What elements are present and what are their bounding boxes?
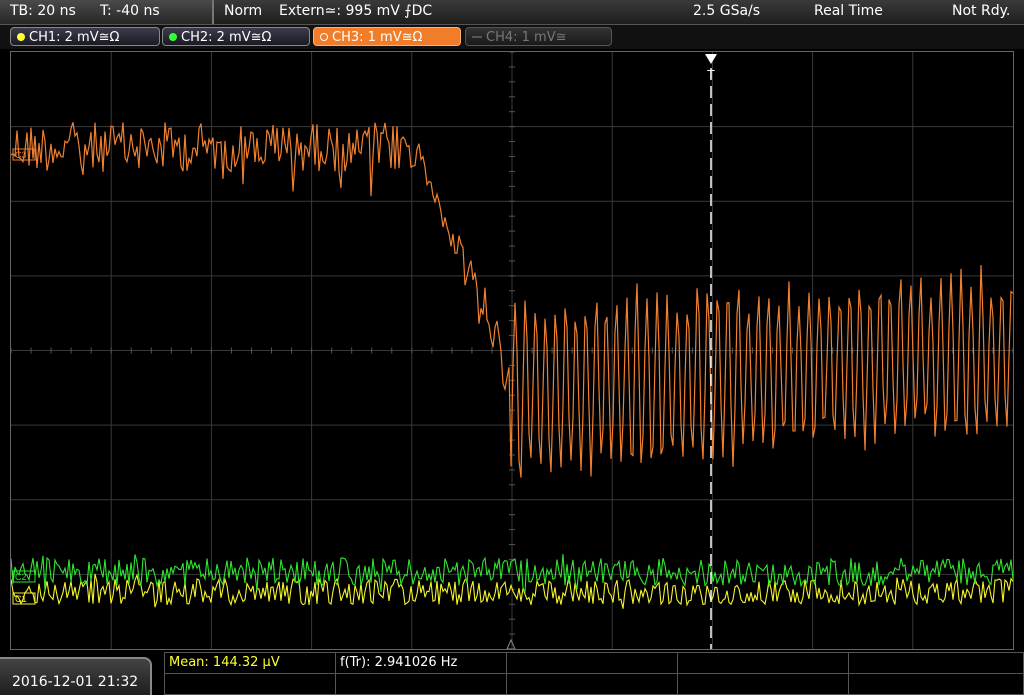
ch3-label: CH3: 1 mV≅Ω [332,30,423,45]
ch2-offset-label: C2 [15,572,27,582]
status-bar: TB: 20 ns T: -40 ns Norm Extern≃: 995 mV… [0,0,1024,25]
timebase-readout[interactable]: TB: 20 ns [10,3,76,19]
ch2-label: CH2: 2 mV≅Ω [181,30,272,45]
datetime-box: 2016-12-01 21:32 [0,657,152,695]
ch3-offset-label: C3 [15,150,27,160]
ch1-label: CH1: 2 mV≅Ω [29,30,120,45]
trigger-time-readout[interactable]: T: -40 ns [100,3,160,19]
measurement-cell-empty-1[interactable] [506,652,678,674]
sample-rate: 2.5 GSa/s [693,3,761,19]
measurement-cell-empty-2[interactable] [677,652,849,674]
measurement-cell-empty-7[interactable] [677,673,849,695]
run-state: Not Rdy. [952,3,1011,19]
channel-tab-ch3[interactable]: CH3: 1 mV≅Ω [313,27,461,46]
measurement-cell-empty-8[interactable] [848,673,1024,695]
trigger-source[interactable]: Extern≃: 995 mV ⨍DC [279,3,432,19]
measurement-cell-empty-5[interactable] [335,673,507,695]
bottom-bar: 2016-12-01 21:32 Mean: 144.32 µV f(Tr): … [0,652,1024,695]
measurement-cell-empty-4[interactable] [164,673,336,695]
waveform-display[interactable]: T C3 C2 C1 [10,51,1014,650]
measurement-cell-mean[interactable]: Mean: 144.32 µV [164,652,336,674]
measurement-mean: Mean: 144.32 µV [169,655,280,670]
ch4-indicator-icon [472,36,482,38]
trigger-label: T [707,67,715,82]
measurement-cell-empty-6[interactable] [506,673,678,695]
center-marker-icon [506,638,516,649]
graticule [11,52,1013,649]
channel-tab-ch2[interactable]: CH2: 2 mV≅Ω [162,27,310,46]
channel-tab-row: CH1: 2 mV≅Ω CH2: 2 mV≅Ω CH3: 1 mV≅Ω CH4:… [0,25,1024,49]
ch2-indicator-icon [169,33,177,41]
measurement-cell-empty-3[interactable] [848,652,1024,674]
trigger-marker-icon[interactable] [705,54,717,64]
waveform-canvas[interactable]: T C3 C2 C1 [11,52,1013,649]
measurement-cell-freq[interactable]: f(Tr): 2.941026 Hz [335,652,507,674]
ch1-offset-label: C1 [15,594,27,604]
timebase-panel[interactable]: TB: 20 ns T: -40 ns [0,0,214,24]
channel-tab-ch4[interactable]: CH4: 1 mV≅ [465,27,612,46]
measurement-table: Mean: 144.32 µV f(Tr): 2.941026 Hz [164,652,1024,695]
ch1-indicator-icon [17,33,25,41]
ch3-indicator-icon [320,33,328,41]
channel-tab-ch1[interactable]: CH1: 2 mV≅Ω [10,27,160,46]
datetime: 2016-12-01 21:32 [12,674,139,690]
acquisition-mode[interactable]: Real Time [814,3,883,19]
ch4-label: CH4: 1 mV≅ [486,30,567,45]
measurement-freq: f(Tr): 2.941026 Hz [340,655,458,670]
trigger-mode[interactable]: Norm [224,3,262,19]
